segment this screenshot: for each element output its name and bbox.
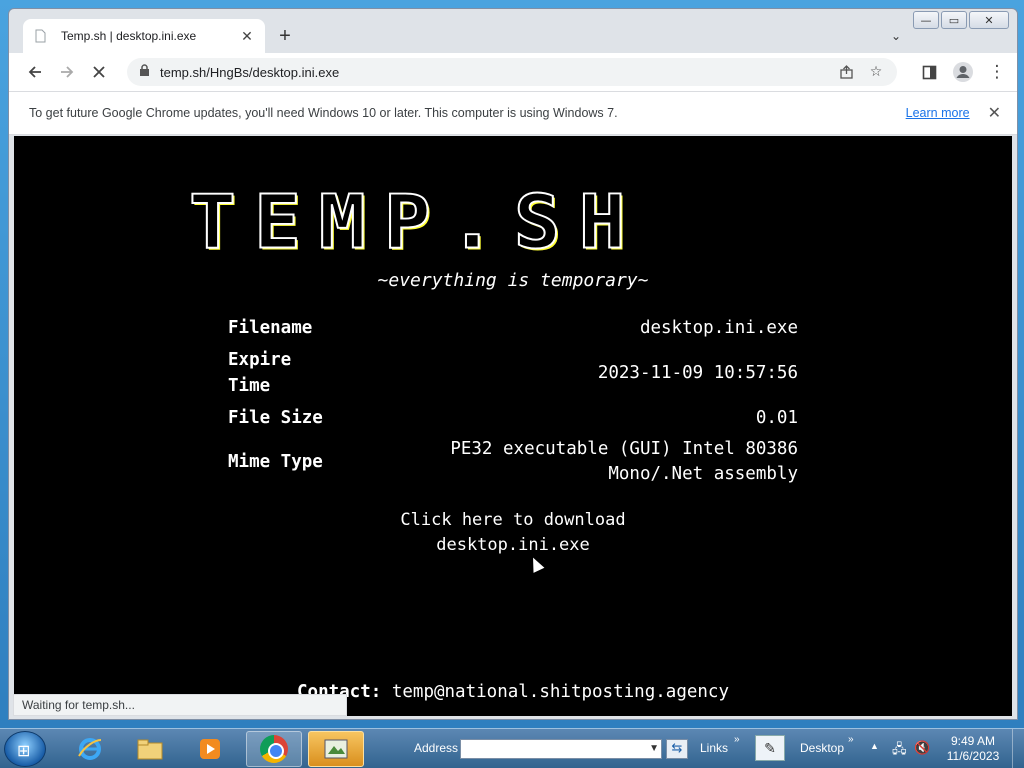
windows-logo-icon: ⊞ bbox=[17, 743, 31, 760]
media-player-icon[interactable] bbox=[182, 731, 238, 767]
status-bubble: Waiting for temp.sh... bbox=[13, 694, 347, 716]
page-content: TEMP.SH ~everything is temporary~ Filena… bbox=[14, 136, 1012, 716]
address-toolbar-label: Address bbox=[414, 741, 459, 755]
address-bar[interactable]: temp.sh/HngBs/desktop.ini.exe ☆ bbox=[127, 58, 897, 86]
windows-taskbar: ⊞ Address ▼ ⇆ Links » ✎ Desktop » ▲ 🖧 🔇 … bbox=[0, 728, 1024, 768]
back-arrow-icon[interactable] bbox=[21, 58, 49, 86]
app-taskbar-icon[interactable] bbox=[308, 731, 364, 767]
start-button[interactable]: ⊞ bbox=[4, 731, 46, 767]
site-logo[interactable]: TEMP.SH bbox=[188, 179, 644, 266]
new-tab-button[interactable]: + bbox=[275, 26, 295, 46]
chevron-right-icon[interactable]: » bbox=[734, 734, 740, 745]
forward-arrow-icon[interactable] bbox=[53, 58, 81, 86]
row-label: Mime Type bbox=[228, 452, 323, 472]
lock-icon[interactable] bbox=[139, 64, 150, 80]
links-toolbar-label[interactable]: Links bbox=[700, 741, 728, 755]
page-favicon-icon bbox=[35, 29, 46, 43]
row-value: desktop.ini.exe bbox=[639, 317, 798, 338]
volume-muted-icon[interactable]: 🔇 bbox=[914, 740, 930, 756]
share-icon[interactable] bbox=[835, 61, 857, 83]
table-row: Expire Time 2023-11-09 10:57:56 bbox=[228, 344, 798, 402]
browser-toolbar: temp.sh/HngBs/desktop.ini.exe ☆ ⋮ bbox=[9, 53, 1017, 91]
table-row: Mime Type PE32 executable (GUI) Intel 80… bbox=[228, 434, 798, 490]
table-row: Filename desktop.ini.exe bbox=[228, 312, 798, 344]
file-info-table: Filename desktop.ini.exe Expire Time 202… bbox=[228, 312, 798, 490]
desktop-toolbar-label[interactable]: Desktop bbox=[800, 741, 844, 755]
download-text[interactable]: Click here to download bbox=[14, 508, 1012, 533]
tray-expand-icon[interactable]: ▲ bbox=[870, 741, 879, 751]
show-desktop-button[interactable] bbox=[1012, 729, 1024, 768]
row-value: 2023-11-09 10:57:56 bbox=[597, 362, 798, 383]
infobar-message: To get future Google Chrome updates, you… bbox=[29, 106, 618, 120]
side-panel-icon[interactable] bbox=[915, 58, 943, 86]
stop-loading-icon[interactable] bbox=[85, 58, 113, 86]
download-filename[interactable]: desktop.ini.exe bbox=[14, 533, 1012, 558]
row-label: Filename bbox=[228, 318, 313, 338]
row-value: 0.01 bbox=[755, 407, 798, 428]
chrome-taskbar-icon[interactable] bbox=[246, 731, 302, 767]
clock-date: 11/6/2023 bbox=[946, 749, 1000, 763]
row-label: Expire Time bbox=[228, 350, 292, 396]
clock-time: 9:49 AM bbox=[950, 734, 996, 748]
contact-email[interactable]: temp@national.shitposting.agency bbox=[392, 682, 729, 702]
desktop-toolbar-icon[interactable]: ✎ bbox=[755, 735, 785, 761]
file-explorer-icon[interactable] bbox=[122, 731, 178, 767]
chevron-down-icon[interactable]: ▼ bbox=[649, 743, 659, 754]
tab-search-chevron-icon[interactable]: ⌄ bbox=[891, 29, 901, 43]
chrome-logo-icon bbox=[260, 735, 288, 763]
close-icon[interactable]: ✕ bbox=[988, 103, 1001, 123]
download-link[interactable]: Click here to download desktop.ini.exe bbox=[14, 508, 1012, 558]
row-label: File Size bbox=[228, 408, 323, 428]
tab-active[interactable]: Temp.sh | desktop.ini.exe ✕ bbox=[23, 19, 265, 53]
address-toolbar-input[interactable]: ▼ bbox=[460, 739, 662, 759]
tab-strip: Temp.sh | desktop.ini.exe ✕ + ⌄ bbox=[9, 9, 1017, 53]
bookmark-star-icon[interactable]: ☆ bbox=[865, 61, 887, 83]
menu-kebab-icon[interactable]: ⋮ bbox=[983, 58, 1011, 86]
chrome-window: — ▭ ✕ Temp.sh | desktop.ini.exe ✕ + ⌄ te… bbox=[8, 8, 1018, 720]
profile-avatar-icon[interactable] bbox=[949, 58, 977, 86]
url-text[interactable]: temp.sh/HngBs/desktop.ini.exe bbox=[160, 65, 835, 80]
chevron-right-icon[interactable]: » bbox=[848, 734, 854, 745]
table-row: File Size 0.01 bbox=[228, 402, 798, 434]
tagline: ~everything is temporary~ bbox=[377, 270, 649, 291]
go-arrows-icon[interactable]: ⇆ bbox=[666, 739, 688, 759]
tab-title: Temp.sh | desktop.ini.exe bbox=[61, 29, 197, 43]
update-infobar: To get future Google Chrome updates, you… bbox=[9, 91, 1017, 135]
learn-more-link[interactable]: Learn more bbox=[906, 106, 970, 120]
row-value: PE32 executable (GUI) Intel 80386 Mono/.… bbox=[450, 439, 798, 484]
tab-close-icon[interactable]: ✕ bbox=[239, 28, 255, 45]
network-icon[interactable]: 🖧 bbox=[892, 740, 907, 762]
internet-explorer-icon[interactable] bbox=[62, 731, 118, 767]
system-clock[interactable]: 9:49 AM 11/6/2023 bbox=[940, 734, 1006, 764]
